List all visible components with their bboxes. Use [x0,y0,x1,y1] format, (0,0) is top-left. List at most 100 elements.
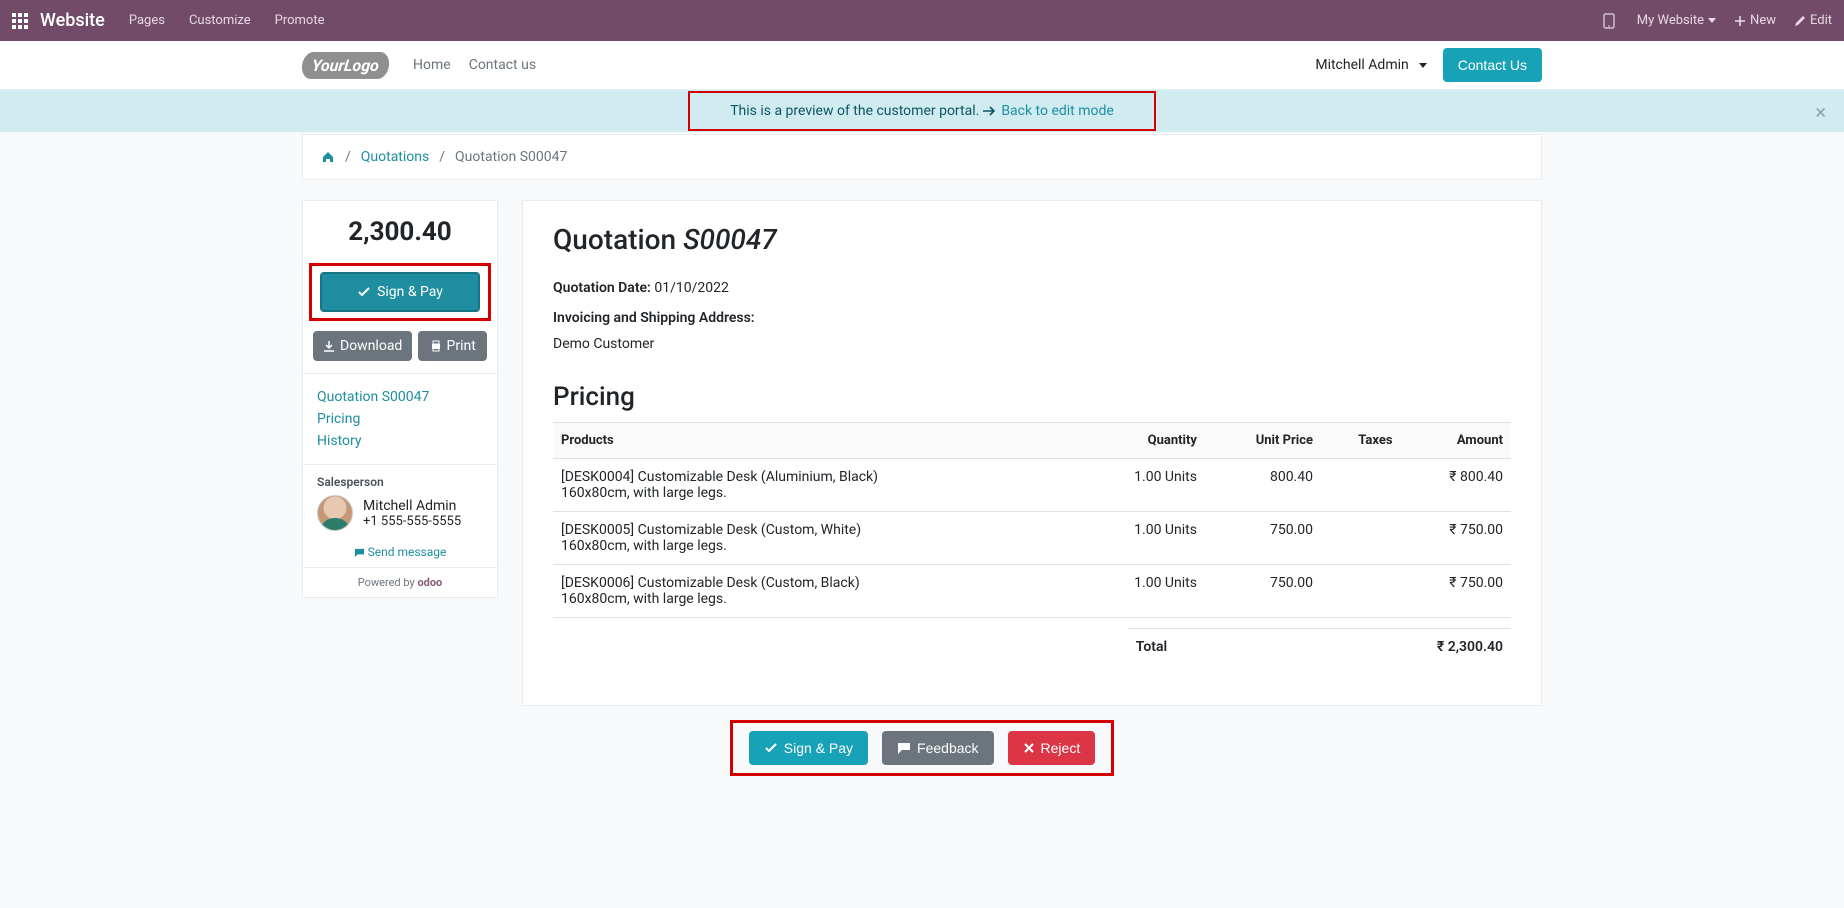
sign-pay-label: Sign & Pay [377,284,443,300]
salesperson-block: Salesperson Mitchell Admin +1 555-555-55… [303,464,497,541]
qty-cell: 1.00 Units [1080,459,1205,512]
pricing-table: Products Quantity Unit Price Taxes Amoun… [553,422,1511,618]
table-row: [DESK0006] Customizable Desk (Custom, Bl… [553,565,1511,618]
tax-cell [1321,459,1401,512]
check-icon [764,742,778,754]
table-row: [DESK0004] Customizable Desk (Aluminium,… [553,459,1511,512]
salesperson-phone: +1 555-555-5555 [363,514,461,529]
col-products: Products [553,423,1080,459]
page-title: Quotation S00047 [553,223,1511,256]
product-name: [DESK0006] Customizable Desk (Custom, Bl… [561,575,1072,591]
amount-cell: ₹ 750.00 [1401,565,1511,618]
apps-icon[interactable] [12,13,28,29]
avatar [317,495,353,531]
sign-pay-button-side[interactable]: Sign & Pay [320,272,480,312]
print-button[interactable]: Print [418,331,487,361]
topbar-customize[interactable]: Customize [189,13,251,28]
edit-label: Edit [1810,13,1832,28]
close-icon [1023,742,1035,754]
total-label: Total [1128,629,1268,666]
my-website-label: My Website [1637,13,1704,28]
new-button[interactable]: New [1734,13,1776,28]
amount-cell: ₹ 800.40 [1401,459,1511,512]
user-dropdown[interactable]: Mitchell Admin [1315,57,1426,73]
reject-button-label: Reject [1041,740,1081,756]
nav-contact[interactable]: Contact us [469,57,536,73]
user-name: Mitchell Admin [1315,57,1408,73]
mobile-preview-icon[interactable] [1603,13,1619,29]
send-message-label: Send message [368,545,447,559]
salesperson-name: Mitchell Admin [363,498,461,514]
back-to-edit-link[interactable]: Back to edit mode [1001,103,1114,119]
sign-pay-button-label: Sign & Pay [784,740,853,756]
salesperson-label: Salesperson [317,475,483,489]
col-taxes: Taxes [1321,423,1401,459]
home-icon[interactable] [321,149,335,165]
product-name: [DESK0004] Customizable Desk (Aluminium,… [561,469,1072,485]
close-icon[interactable]: × [1815,100,1826,124]
breadcrumb-current: Quotation S00047 [455,149,567,165]
sidebar-link-history[interactable]: History [317,430,483,452]
send-message-link[interactable]: Send message [354,545,447,559]
tax-cell [1321,565,1401,618]
sidebar: 2,300.40 Sign & Pay Download Print Quota [302,200,498,598]
topbar-pages[interactable]: Pages [129,13,165,28]
navbar: YourLogo Home Contact us Mitchell Admin … [0,41,1844,90]
product-desc: 160x80cm, with large legs. [561,591,1072,607]
my-website-dropdown[interactable]: My Website [1637,13,1716,28]
product-name: [DESK0005] Customizable Desk (Custom, Wh… [561,522,1072,538]
odoo-logo: odoo [417,576,442,589]
sidebar-nav: Quotation S00047 Pricing History [303,373,497,464]
preview-alert: This is a preview of the customer portal… [0,90,1844,132]
topbar-promote[interactable]: Promote [275,13,325,28]
breadcrumb-quotations[interactable]: Quotations [361,149,429,165]
download-button[interactable]: Download [313,331,412,361]
check-icon [357,286,371,298]
edit-button[interactable]: Edit [1794,13,1832,28]
unit-cell: 800.40 [1205,459,1321,512]
action-bar-highlight: Sign & Pay Feedback Reject [730,720,1114,776]
amount-cell: ₹ 750.00 [1401,512,1511,565]
sidebar-link-pricing[interactable]: Pricing [317,408,483,430]
topbar: Website Pages Customize Promote My Websi… [0,0,1844,41]
print-icon [430,340,442,352]
nav-home[interactable]: Home [413,57,451,73]
print-label: Print [447,338,476,354]
logo[interactable]: YourLogo [301,52,391,79]
sign-pay-button[interactable]: Sign & Pay [749,731,868,765]
sidebar-link-quotation[interactable]: Quotation S00047 [317,386,483,408]
unit-cell: 750.00 [1205,565,1321,618]
comment-icon [897,742,911,754]
feedback-button-label: Feedback [917,740,978,756]
col-amount: Amount [1401,423,1511,459]
alert-text: This is a preview of the customer portal… [730,103,979,119]
col-quantity: Quantity [1080,423,1205,459]
product-desc: 160x80cm, with large legs. [561,538,1072,554]
qty-cell: 1.00 Units [1080,565,1205,618]
qty-cell: 1.00 Units [1080,512,1205,565]
powered-by: Powered by odoo [303,567,497,597]
contact-us-button[interactable]: Contact Us [1443,48,1542,82]
address-value: Demo Customer [553,336,654,352]
sign-pay-highlight: Sign & Pay [309,263,491,321]
topbar-brand[interactable]: Website [40,10,105,31]
pricing-heading: Pricing [553,382,1511,412]
total-value: ₹ 2,300.40 [1268,629,1511,666]
sidebar-total: 2,300.40 [303,201,497,263]
download-icon [323,340,335,352]
reject-button[interactable]: Reject [1008,731,1096,765]
table-row: [DESK0005] Customizable Desk (Custom, Wh… [553,512,1511,565]
tax-cell [1321,512,1401,565]
comment-icon [354,547,365,558]
content: Quotation S00047 Quotation Date: 01/10/2… [522,200,1542,706]
quotation-date-label: Quotation Date: [553,280,651,296]
product-desc: 160x80cm, with large legs. [561,485,1072,501]
feedback-button[interactable]: Feedback [882,731,993,765]
address-label: Invoicing and Shipping Address: [553,310,755,326]
new-label: New [1750,13,1776,28]
breadcrumb: / Quotations / Quotation S00047 [302,134,1542,180]
col-unit-price: Unit Price [1205,423,1321,459]
unit-cell: 750.00 [1205,512,1321,565]
download-label: Download [340,338,402,354]
quotation-date-value: 01/10/2022 [654,280,729,296]
